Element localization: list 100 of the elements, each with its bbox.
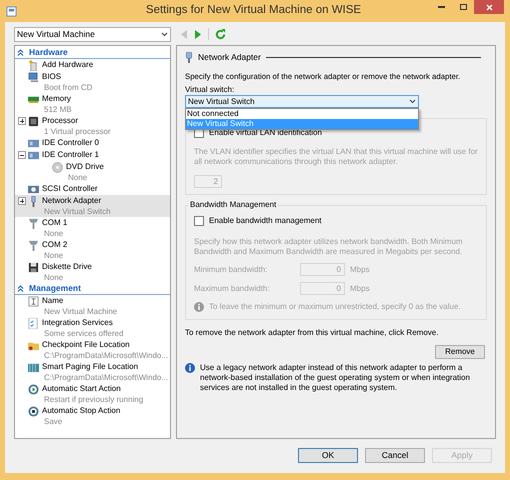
tree-item[interactable]: Automatic Start Action Restart if previously running: [15, 383, 170, 405]
field-label: Minimum bandwidth:: [194, 264, 268, 276]
item-detail: None: [43, 250, 64, 261]
tree-item[interactable]: Name New Virtual Machine: [15, 295, 170, 317]
info-icon: [185, 363, 195, 373]
memory-icon: [28, 94, 39, 105]
controller-icon: [28, 184, 39, 195]
panel-title: Network Adapter: [198, 50, 261, 64]
section-heading: Hardware: [29, 46, 68, 59]
folder-icon: [28, 340, 39, 351]
window-icon: [6, 6, 17, 16]
dialog-button[interactable]: Cancel: [365, 448, 425, 463]
info-icon: [194, 302, 204, 312]
item-label: Diskette Drive: [42, 261, 92, 272]
forward-icon[interactable]: [194, 28, 202, 40]
monitor-icon: [28, 72, 39, 83]
item-detail: 512 MB: [43, 104, 72, 115]
close-button[interactable]: [474, 0, 504, 14]
unit-label: Mbps: [350, 264, 370, 276]
item-label: Network Adapter: [42, 195, 102, 206]
tree-item[interactable]: Add Hardware: [15, 59, 170, 71]
tree-item[interactable]: Automatic Stop Action Save: [15, 405, 170, 427]
bandwidth-note: To leave the minimum or maximum unrestricted, specify 0 as the value.: [209, 301, 461, 313]
section-heading: Management: [29, 282, 81, 295]
expand-toggle[interactable]: [18, 197, 26, 205]
tree-item[interactable]: Network Adapter New Virtual Switch: [15, 195, 170, 217]
item-detail: New Virtual Switch: [43, 206, 111, 217]
serial-port-icon: [28, 218, 39, 229]
field-label: Virtual switch:: [185, 84, 236, 95]
vm-selector[interactable]: New Virtual Machine: [14, 26, 171, 42]
controller-icon: [28, 138, 39, 149]
tree-item[interactable]: SCSI Controller: [15, 183, 170, 195]
item-label: SCSI Controller: [42, 183, 98, 194]
text-field-icon: [28, 296, 39, 307]
collapse-toggle[interactable]: [18, 151, 26, 159]
item-detail: New Virtual Machine: [43, 306, 118, 317]
chip-icon: [28, 116, 39, 127]
tree-item[interactable]: Diskette Drive None: [15, 261, 170, 283]
item-label: Integration Services: [42, 317, 114, 328]
stop-action-icon: [28, 406, 39, 417]
refresh-icon[interactable]: [215, 28, 226, 40]
item-detail: None: [43, 272, 64, 283]
item-label: Automatic Start Action: [42, 383, 122, 394]
item-label: Processor: [42, 115, 80, 126]
item-detail: C:\ProgramData\Microsoft\Windo...: [43, 350, 168, 361]
item-label: COM 2: [42, 239, 68, 250]
disc-icon: [52, 162, 63, 173]
virtual-switch-dropdown[interactable]: New Virtual Switch: [185, 95, 419, 108]
tree-item[interactable]: BIOS Boot from CD: [15, 71, 170, 93]
group-title: Bandwidth Management: [188, 200, 278, 210]
field-label: Maximum bandwidth:: [194, 282, 271, 294]
item-detail: 1 Virtual processor: [43, 126, 111, 137]
expand-toggle[interactable]: [18, 117, 26, 125]
item-label: IDE Controller 0: [42, 137, 99, 148]
tree-item[interactable]: COM 2 None: [15, 239, 170, 261]
item-label: BIOS: [42, 71, 62, 82]
item-detail: C:\ProgramData\Microsoft\Windo...: [43, 372, 168, 383]
item-label: Smart Paging File Location: [42, 361, 140, 372]
item-detail: Save: [43, 416, 64, 427]
paging-icon: [28, 362, 39, 373]
tree-item[interactable]: Memory 512 MB: [15, 93, 170, 115]
network-plug-icon: [185, 52, 193, 62]
close-icon: [486, 4, 492, 10]
controller-icon: [28, 150, 39, 161]
checkbox[interactable]: [194, 216, 204, 226]
item-label: Memory: [42, 93, 72, 104]
tree-item[interactable]: Processor 1 Virtual processor: [15, 115, 170, 137]
vlan-description: The VLAN identifier specifies the virtual LAN that this virtual machine will use for all network communications through this network adapter.: [194, 147, 478, 167]
chevron-down-icon: [161, 32, 168, 36]
tree-item[interactable]: Integration Services Some services offered: [15, 317, 170, 339]
item-detail: None: [67, 172, 88, 183]
collapse-icon[interactable]: [17, 49, 24, 56]
tree-item[interactable]: DVD Drive None: [15, 161, 170, 183]
chevron-down-icon: [409, 99, 416, 104]
unit-label: Mbps: [350, 282, 370, 294]
item-detail: Boot from CD: [43, 82, 92, 93]
item-label: Automatic Stop Action: [42, 405, 120, 416]
checkbox-label: Enable bandwidth management: [209, 215, 322, 227]
dropdown-option[interactable]: Not connected: [186, 109, 418, 119]
item-detail: Some services offered: [43, 328, 124, 339]
item-detail: None: [43, 228, 64, 239]
window-title: Settings for New Virtual Machine on WISE: [144, 3, 362, 18]
serial-port-icon: [28, 240, 39, 251]
checklist-icon: [28, 318, 39, 329]
item-label: Name: [42, 295, 64, 306]
dialog-button[interactable]: OK: [298, 448, 358, 463]
tree-item[interactable]: IDE Controller 0: [15, 137, 170, 149]
bandwidth-description: Specify how this network adapter utilizes network bandwidth. Both Minimum Bandwidth and Maximum Bandwidth are measured in Megabits per second.: [194, 237, 464, 257]
remove-button[interactable]: Remove: [435, 345, 485, 359]
tree-item[interactable]: COM 1 None: [15, 217, 170, 239]
tree-item[interactable]: Checkpoint File Location C:\ProgramData\Microsoft\Windo...: [15, 339, 170, 361]
start-action-icon: [28, 384, 39, 395]
item-label: Checkpoint File Location: [42, 339, 131, 350]
collapse-icon[interactable]: [17, 285, 24, 292]
tree-item[interactable]: Smart Paging File Location C:\ProgramData\Microsoft\Windo...: [15, 361, 170, 383]
item-label: Add Hardware: [42, 59, 94, 70]
item-detail: Restart if previously running: [43, 394, 144, 405]
item-label: DVD Drive: [66, 161, 104, 172]
legacy-note: Use a legacy network adapter instead of this network adapter to perform a network-based installation of the guest operating system or when integration services are not installed in the guest operating system.: [200, 363, 471, 393]
tree-item[interactable]: IDE Controller 1: [15, 149, 170, 161]
